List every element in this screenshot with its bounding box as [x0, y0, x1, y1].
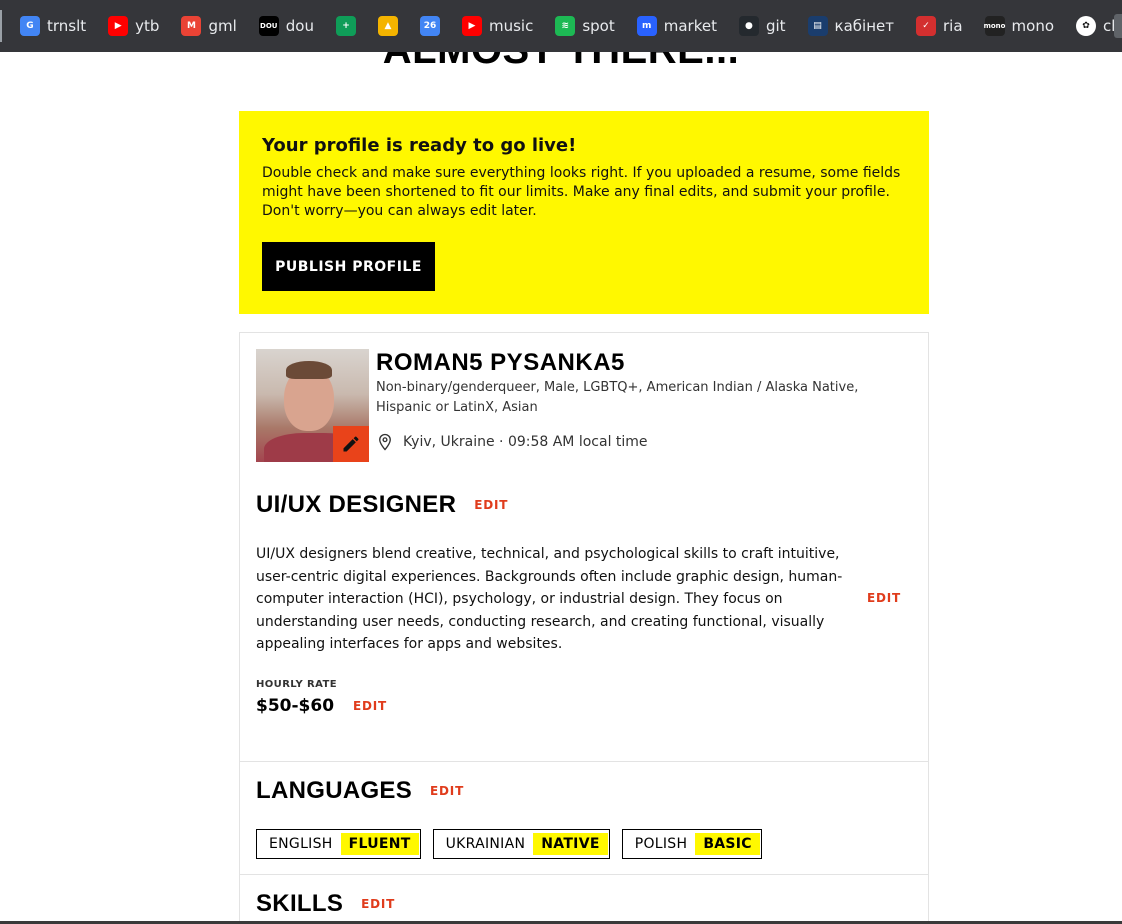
- bookmark-ytb[interactable]: ▶ ytb: [108, 12, 159, 40]
- language-name: UKRAINIAN: [445, 836, 526, 852]
- languages-header: LANGUAGES EDIT: [256, 777, 464, 805]
- divider: [240, 761, 928, 762]
- bookmark-label: git: [765, 17, 786, 35]
- bookmark-trnslt[interactable]: Gtrnslt: [20, 12, 86, 40]
- drive-icon: ▲: [377, 16, 398, 36]
- dou-icon: DOU: [258, 16, 279, 36]
- skills-title: SKILLS: [256, 890, 344, 917]
- bookmark-label: ytb: [135, 17, 160, 35]
- youtube-music-icon: ▶: [461, 16, 482, 36]
- bookmark-кабінет[interactable]: ▤ кабінет: [807, 12, 894, 40]
- chatgpt-icon: ✿: [1076, 16, 1097, 36]
- bookmark-sheets[interactable]: +: [335, 12, 356, 40]
- bookmark-gml[interactable]: Mgml: [181, 12, 237, 40]
- bookmarks-left-edge: [0, 10, 2, 42]
- bookmark-dou[interactable]: DOU dou: [258, 12, 314, 40]
- bookmark-market[interactable]: m market: [636, 12, 717, 40]
- profile-name: ROMAN5 PYSANKA5: [376, 349, 625, 376]
- edit-role-link[interactable]: EDIT: [474, 498, 508, 512]
- skills-header: SKILLS EDIT: [256, 890, 395, 918]
- edit-bio-link[interactable]: EDIT: [867, 591, 901, 605]
- market-icon: m: [636, 16, 657, 36]
- github-icon: ●: [738, 16, 759, 36]
- bookmark-label: mono: [1011, 17, 1055, 35]
- calendar-icon: 26: [419, 16, 440, 36]
- profile-bio: UI/UX designers blend creative, technica…: [256, 546, 843, 652]
- publish-banner: Your profile is ready to go live! Double…: [239, 111, 929, 314]
- sheets-icon: +: [335, 16, 356, 36]
- location-pin-icon: [379, 433, 391, 451]
- bookmark-label: trnslt: [47, 17, 87, 35]
- role-title: UI/UX DESIGNER: [256, 491, 457, 518]
- profile-card: ROMAN5 PYSANKA5 Non-binary/genderqueer, …: [239, 332, 929, 924]
- bookmark-music[interactable]: ▶ music: [461, 12, 534, 40]
- bookmark-label: ria: [943, 17, 963, 35]
- divider: [240, 874, 928, 875]
- bookmarks-overflow-button[interactable]: [1114, 14, 1122, 38]
- spotify-icon: ≋: [555, 16, 576, 36]
- pencil-icon: [343, 436, 359, 452]
- hourly-rate-label: HOURLY RATE: [256, 679, 337, 690]
- cabinet-icon: ▤: [807, 16, 828, 36]
- bookmark-git[interactable]: ● git: [738, 12, 786, 40]
- language-level-badge: NATIVE: [533, 833, 608, 855]
- edit-languages-link[interactable]: EDIT: [430, 784, 464, 798]
- language-name: ENGLISH: [269, 836, 333, 852]
- language-level-badge: FLUENT: [340, 833, 419, 855]
- bookmarks-bar: Gtrnslt ▶ ytb Mgml DOU dou + ▲ 26 ▶ music ≋ spot m mar…: [0, 0, 1122, 52]
- hourly-rate-value: $50-$60: [256, 696, 335, 716]
- publish-profile-button[interactable]: PUBLISH PROFILE: [262, 242, 435, 291]
- location-text: Kyiv, Ukraine · 09:58 AM local time: [403, 434, 648, 450]
- edit-rate-link[interactable]: EDIT: [353, 699, 387, 713]
- languages-title: LANGUAGES: [256, 777, 413, 804]
- bookmark-calendar[interactable]: 26: [419, 12, 440, 40]
- language-tag: ENGLISH FLUENT: [256, 829, 421, 859]
- role-row: UI/UX DESIGNER EDIT: [256, 491, 508, 519]
- bookmark-ria[interactable]: ✓ ria: [916, 12, 963, 40]
- bookmark-label: market: [663, 17, 717, 35]
- bookmark-drive[interactable]: ▲: [377, 12, 398, 40]
- profile-location: Kyiv, Ukraine · 09:58 AM local time: [376, 433, 648, 451]
- bookmark-label: music: [488, 17, 534, 35]
- banner-text: Double check and make sure everything lo…: [262, 165, 901, 219]
- banner-title: Your profile is ready to go live!: [262, 135, 577, 156]
- bookmark-mono[interactable]: mono mono: [984, 12, 1055, 40]
- edit-skills-link[interactable]: EDIT: [361, 897, 395, 911]
- avatar: [256, 349, 369, 462]
- bookmark-label: dou: [285, 17, 314, 35]
- bookmark-spot[interactable]: ≋ spot: [555, 12, 615, 40]
- mono-icon: mono: [984, 16, 1005, 36]
- language-tag: UKRAINIAN NATIVE: [432, 829, 610, 859]
- google-translate-icon: G: [20, 16, 40, 36]
- profile-identity: Non-binary/genderqueer, Male, LGBTQ+, Am…: [376, 380, 859, 415]
- bookmark-label: gml: [208, 17, 237, 35]
- hourly-rate-row: $50-$60 EDIT: [256, 696, 387, 716]
- avatar-edit-button[interactable]: [333, 426, 369, 462]
- bookmark-label: кабінет: [834, 17, 894, 35]
- ria-icon: ✓: [916, 16, 936, 36]
- language-tag: POLISH BASIC: [621, 829, 762, 859]
- avatar-hair: [286, 361, 332, 379]
- language-tags: ENGLISH FLUENT UKRAINIAN NATIVE POLISH BASIC: [256, 829, 774, 859]
- bookmark-label: spot: [582, 17, 615, 35]
- language-level-badge: BASIC: [695, 833, 760, 855]
- gmail-icon: M: [181, 16, 202, 36]
- language-name: POLISH: [634, 836, 688, 852]
- youtube-icon: ▶: [108, 16, 129, 36]
